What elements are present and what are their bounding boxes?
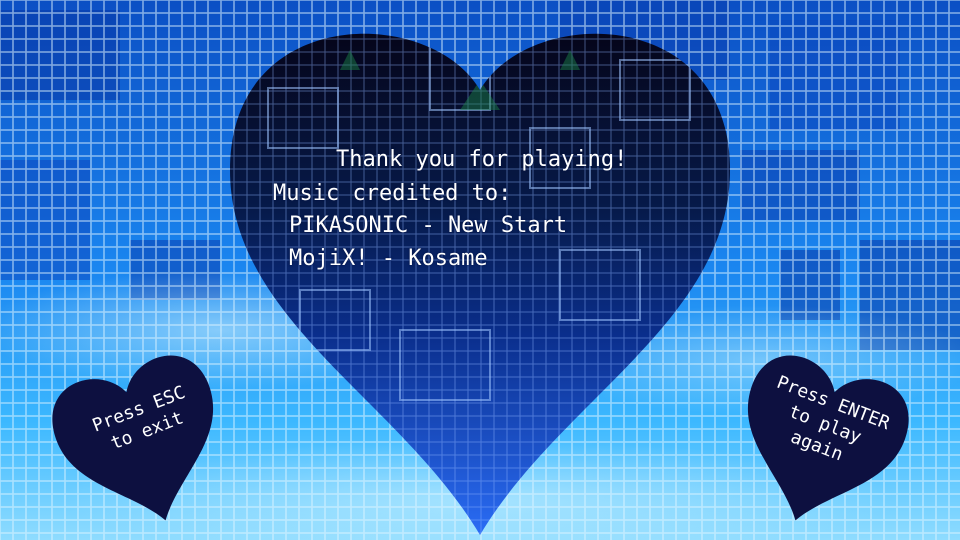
music-credit-1: PIKASONIC - New Start (289, 213, 568, 238)
music-credit-2: MojiX! - Kosame (289, 246, 488, 271)
music-credits-heading: Music credited to: (273, 181, 512, 206)
thank-you-text: Thank you for playing! (336, 147, 628, 172)
exit-button[interactable]: Press ESC to exit (50, 352, 232, 528)
play-again-button[interactable]: Press ENTER to play again (728, 352, 913, 528)
end-screen: Thank you for playing! Music credited to… (0, 0, 960, 540)
